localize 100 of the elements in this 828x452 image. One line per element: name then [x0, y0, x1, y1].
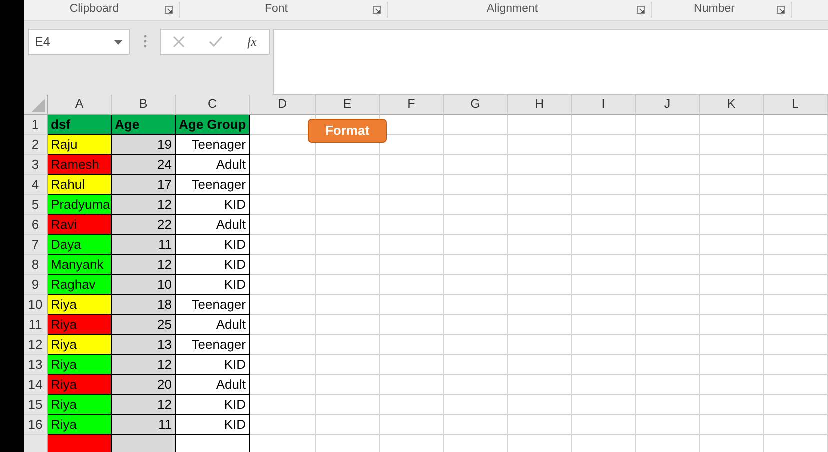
name-box[interactable]: E4 [28, 29, 130, 55]
table-cell: 11 [112, 235, 176, 255]
empty-cell [444, 415, 508, 435]
column-header[interactable]: B [112, 95, 176, 115]
empty-cell [250, 375, 316, 395]
empty-cell [764, 255, 828, 275]
column-header[interactable]: G [444, 95, 508, 115]
empty-cell [250, 395, 316, 415]
dialog-launcher-icon[interactable] [373, 6, 381, 14]
row-header[interactable]: 6 [24, 215, 48, 235]
empty-cell [572, 415, 636, 435]
empty-cell [700, 155, 764, 175]
table-cell: KID [176, 195, 250, 215]
empty-cell [444, 135, 508, 155]
empty-cell [700, 375, 764, 395]
row-header[interactable] [24, 435, 48, 452]
empty-cell [572, 395, 636, 415]
empty-cell [764, 295, 828, 315]
table-cell: Age Group [176, 115, 250, 135]
column-header[interactable]: F [380, 95, 444, 115]
formula-input[interactable] [273, 29, 828, 95]
table-cell: 22 [112, 215, 176, 235]
empty-cell [444, 335, 508, 355]
table-cell: Riya [48, 375, 112, 395]
row-header[interactable]: 10 [24, 295, 48, 315]
empty-cell [636, 355, 700, 375]
empty-cell [508, 415, 572, 435]
empty-cell [508, 395, 572, 415]
row-header[interactable]: 11 [24, 315, 48, 335]
empty-cell [572, 335, 636, 355]
empty-cell [700, 415, 764, 435]
dialog-launcher-icon[interactable] [777, 6, 785, 14]
empty-cell [508, 355, 572, 375]
row-header[interactable]: 8 [24, 255, 48, 275]
empty-cell [700, 295, 764, 315]
row-header[interactable]: 5 [24, 195, 48, 215]
empty-cell [250, 355, 316, 375]
row-header[interactable]: 7 [24, 235, 48, 255]
empty-cell [508, 155, 572, 175]
empty-cell [572, 135, 636, 155]
row-header[interactable]: 14 [24, 375, 48, 395]
table-cell: Teenager [176, 335, 250, 355]
table-cell: Adult [176, 155, 250, 175]
empty-cell [636, 255, 700, 275]
group-label: Font [264, 2, 289, 18]
empty-cell [250, 175, 316, 195]
row-header[interactable]: 1 [24, 115, 48, 135]
row-header[interactable]: 9 [24, 275, 48, 295]
table-cell: Teenager [176, 135, 250, 155]
empty-cell [444, 215, 508, 235]
table-cell: 12 [112, 255, 176, 275]
column-header[interactable]: I [572, 95, 636, 115]
dialog-launcher-icon[interactable] [165, 6, 173, 14]
table-cell: 12 [112, 355, 176, 375]
table-cell: Riya [48, 355, 112, 375]
dialog-launcher-icon[interactable] [637, 6, 645, 14]
column-header[interactable]: D [250, 95, 316, 115]
grip-icon[interactable] [144, 35, 146, 48]
row-header[interactable]: 15 [24, 395, 48, 415]
empty-cell [636, 215, 700, 235]
empty-cell [572, 275, 636, 295]
row-header[interactable]: 12 [24, 335, 48, 355]
row-header[interactable]: 2 [24, 135, 48, 155]
column-header[interactable]: J [636, 95, 700, 115]
column-header[interactable]: E [316, 95, 380, 115]
dropdown-caret-icon[interactable] [114, 40, 123, 44]
empty-cell [250, 215, 316, 235]
empty-cell [700, 115, 764, 135]
column-header[interactable]: H [508, 95, 572, 115]
column-header[interactable]: A [48, 95, 112, 115]
empty-cell [508, 175, 572, 195]
row-header[interactable]: 16 [24, 415, 48, 435]
empty-cell [508, 255, 572, 275]
empty-cell [444, 375, 508, 395]
select-all-triangle-icon[interactable] [32, 99, 45, 112]
row-header[interactable]: 13 [24, 355, 48, 375]
column-header[interactable]: L [764, 95, 828, 115]
cancel-icon[interactable] [173, 36, 186, 48]
table-cell: Riya [48, 395, 112, 415]
table-cell: 25 [112, 315, 176, 335]
empty-cell [636, 335, 700, 355]
column-header[interactable]: C [176, 95, 250, 115]
empty-cell [444, 315, 508, 335]
empty-cell [316, 195, 380, 215]
empty-cell [444, 175, 508, 195]
check-icon[interactable] [209, 36, 224, 48]
empty-cell [572, 115, 636, 135]
empty-cell [380, 235, 444, 255]
row-header[interactable]: 4 [24, 175, 48, 195]
column-header[interactable]: K [700, 95, 764, 115]
empty-cell [700, 355, 764, 375]
empty-cell [250, 315, 316, 335]
empty-cell [250, 295, 316, 315]
empty-cell [316, 155, 380, 175]
empty-cell [316, 335, 380, 355]
table-cell: 12 [112, 195, 176, 215]
row-header[interactable]: 3 [24, 155, 48, 175]
insert-function-button[interactable]: fx [248, 32, 257, 52]
empty-cell [316, 255, 380, 275]
empty-cell [508, 115, 572, 135]
